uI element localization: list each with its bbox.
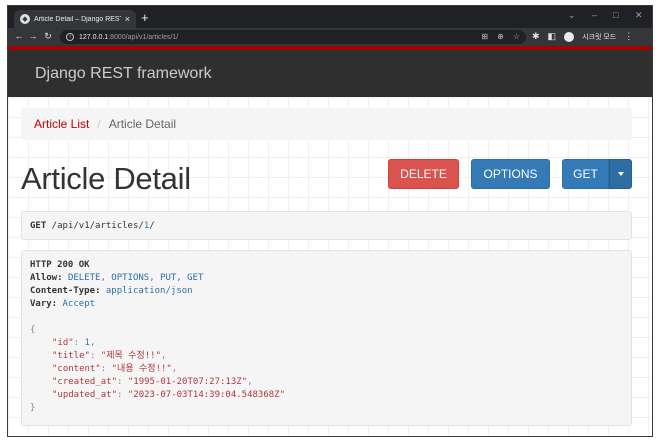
breadcrumb-separator: / <box>97 117 101 131</box>
address-bar[interactable]: i 127.0.0.1 :8000/api/v1/articles/1/ ⊞ ⊕… <box>60 30 526 44</box>
page-title: Article Detail <box>21 161 191 196</box>
favicon-icon: ◆ <box>20 14 30 24</box>
request-path-suffix: / <box>149 221 155 231</box>
json-field: "updated_at": "2023-07-03T14:39:04.54836… <box>52 390 286 400</box>
side-panel-icon[interactable]: ◧ <box>548 31 557 42</box>
response-header-row: Allow: DELETE, OPTIONS, PUT, GET <box>30 272 623 285</box>
json-open-brace: { <box>30 325 36 335</box>
json-value: "제목 수정!!" <box>100 351 161 361</box>
incognito-label: 시크릿 모드 <box>582 33 617 41</box>
json-value: "2023-07-03T14:39:04.548368Z" <box>127 390 286 400</box>
header-key: Content-Type: <box>30 286 101 296</box>
main-content: Article List / Article Detail Article De… <box>8 97 652 436</box>
zoom-icon[interactable]: ⊕ <box>497 32 504 41</box>
json-key: "updated_at" <box>52 390 118 400</box>
tab-title: Article Detail – Django REST fra... <box>34 15 121 23</box>
reload-icon[interactable]: ↻ <box>41 31 55 42</box>
navbar-brand[interactable]: Django REST framework <box>35 65 212 83</box>
breadcrumb: Article List / Article Detail <box>21 108 632 140</box>
minimize-icon[interactable]: – <box>592 10 597 20</box>
tab-strip: ◆ Article Detail – Django REST fra... × … <box>8 6 652 28</box>
incognito-avatar[interactable] <box>564 31 575 42</box>
request-path: /api/v1/articles/ <box>46 221 144 231</box>
json-key: "title" <box>52 351 90 361</box>
json-value: "1995-01-20T07:27:13Z" <box>127 377 248 387</box>
json-field: "title": "제목 수정!!", <box>52 351 167 361</box>
browser-window: ◆ Article Detail – Django REST fra... × … <box>7 5 653 437</box>
extensions-icon[interactable]: ✱ <box>532 31 540 42</box>
url-host: 127.0.0.1 <box>79 33 109 41</box>
json-key: "content" <box>52 364 101 374</box>
bookmark-star-icon[interactable]: ☆ <box>513 32 520 41</box>
caret-down-icon <box>617 172 624 176</box>
translate-icon[interactable]: ⊞ <box>481 32 488 41</box>
json-field: "id": 1, <box>52 338 96 348</box>
response-header-row: Vary: Accept <box>30 298 623 311</box>
url-path: :8000/api/v1/articles/1/ <box>108 33 179 41</box>
json-value: "내용 수정!!" <box>111 364 172 374</box>
breadcrumb-article-detail: Article Detail <box>108 117 177 131</box>
response-status: HTTP 200 OK <box>30 260 90 270</box>
navbar: Django REST framework <box>8 46 652 97</box>
tab-close-icon[interactable]: × <box>125 14 130 24</box>
json-key: "created_at" <box>52 377 118 387</box>
close-window-icon[interactable]: ✕ <box>635 10 643 21</box>
breadcrumb-article-list[interactable]: Article List <box>34 117 89 131</box>
header-key: Vary: <box>30 299 58 309</box>
get-button[interactable]: GET <box>562 159 609 189</box>
json-key: "id" <box>52 338 74 348</box>
options-button[interactable]: OPTIONS <box>471 159 550 189</box>
new-tab-icon[interactable]: + <box>141 11 149 24</box>
header-value: DELETE, OPTIONS, PUT, GET <box>67 273 204 283</box>
json-field: "content": "내용 수정!!", <box>52 364 178 374</box>
json-close-brace: } <box>30 403 36 413</box>
tab-search-icon[interactable]: ⌄ <box>568 10 576 21</box>
response-info: HTTP 200 OK Allow: DELETE, OPTIONS, PUT,… <box>21 250 632 426</box>
get-format-dropdown[interactable] <box>609 159 632 189</box>
back-icon[interactable]: ← <box>12 31 26 41</box>
request-method: GET <box>30 221 47 231</box>
browser-tab[interactable]: ◆ Article Detail – Django REST fra... × <box>14 10 136 28</box>
response-header-row: Content-Type: application/json <box>30 285 623 298</box>
header-key: Allow: <box>30 273 63 283</box>
header-value: Accept <box>62 299 96 309</box>
browser-toolbar: ← → ↻ i 127.0.0.1 :8000/api/v1/articles/… <box>8 28 652 46</box>
header-value: application/json <box>105 286 193 296</box>
json-field: "created_at": "1995-01-20T07:27:13Z", <box>52 377 253 387</box>
delete-button[interactable]: DELETE <box>388 159 459 189</box>
menu-kebab-icon[interactable]: ⋮ <box>624 31 633 42</box>
maximize-icon[interactable]: □ <box>613 10 618 20</box>
request-info: GET /api/v1/articles/1/ <box>21 211 632 240</box>
site-info-icon[interactable]: i <box>66 33 74 41</box>
forward-icon[interactable]: → <box>26 31 40 41</box>
